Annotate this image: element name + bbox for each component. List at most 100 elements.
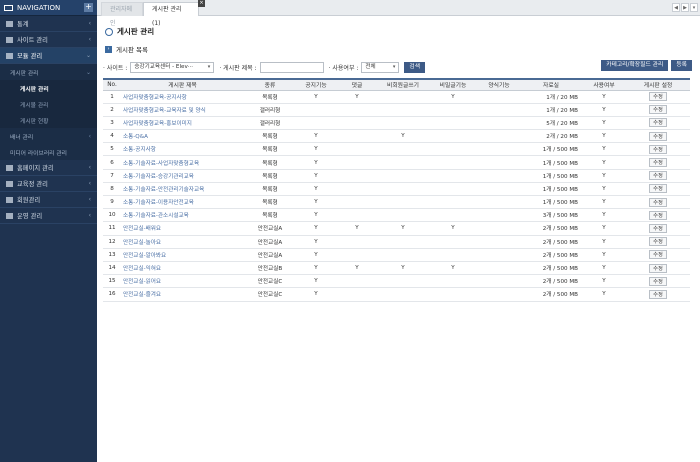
edit-button[interactable]: 수정: [649, 118, 667, 128]
row-form: [478, 182, 520, 197]
chevron-down-icon: ▾: [392, 63, 396, 70]
row-notice: Y: [296, 155, 336, 170]
tab-board-manage[interactable]: 게시판 관리 (1): [143, 2, 199, 27]
row-settings: 수정: [626, 195, 690, 210]
action-buttons: 카테고리/확장필드 관리 등록: [598, 60, 692, 71]
row-no: 11: [103, 221, 121, 236]
use-select[interactable]: 전체 ▾: [361, 61, 400, 73]
row-secret: [428, 103, 478, 117]
menu-item-homepage[interactable]: 홈페이지 관리 ‹: [0, 160, 97, 176]
close-icon[interactable]: ×: [198, 0, 205, 7]
row-settings: 수정: [626, 103, 690, 117]
row-title[interactable]: 사업자맞춤형교육-홍보이미지: [121, 116, 244, 131]
category-field-button[interactable]: 카테고리/확장필드 관리: [601, 60, 669, 71]
sub-item-banner[interactable]: 배너 관리 ‹: [0, 128, 97, 144]
row-title[interactable]: 안전교실-익혀요: [121, 261, 244, 276]
menu-item-members[interactable]: 회원관리 ‹: [0, 192, 97, 208]
row-title[interactable]: 안전교실-즐겨요: [121, 287, 244, 302]
row-title[interactable]: 안전교실-배워요: [121, 221, 244, 236]
row-title[interactable]: 소통-기술자료-사업자맞춤형교육: [121, 155, 244, 170]
chevron-left-icon: ‹: [88, 196, 91, 203]
sub-item-board-admin[interactable]: 게시판 관리 ⌄: [0, 64, 97, 80]
edit-button[interactable]: 수정: [649, 210, 667, 220]
chevron-left-icon: ‹: [88, 20, 91, 27]
chevron-right-icon[interactable]: ▶: [681, 3, 689, 12]
menu-item-stats[interactable]: 통계 ‹: [0, 16, 97, 32]
gear-icon: [6, 212, 13, 219]
edit-button[interactable]: 수정: [649, 158, 667, 168]
tab-admin-main[interactable]: 관리자메인: [101, 2, 143, 27]
row-settings: 수정: [626, 90, 690, 104]
row-form: [478, 235, 520, 249]
edit-button[interactable]: 수정: [649, 92, 667, 102]
chevron-down-icon[interactable]: ▾: [690, 3, 698, 12]
edit-button[interactable]: 수정: [649, 171, 667, 181]
menu-item-operation[interactable]: 운영 관리 ‹: [0, 208, 97, 224]
sub-item-media-library[interactable]: 미디어 라이브러리 관리: [0, 144, 97, 160]
chevron-right-icon: ›: [105, 45, 112, 53]
table-row: 2 사업자맞춤형교육-교육자료 및 양식 갤러리형 1개 / 20 MB Y 수정: [103, 103, 690, 117]
edit-button[interactable]: 수정: [649, 197, 667, 207]
menu-item-label: 홈페이지 관리: [17, 165, 54, 172]
row-title[interactable]: 소통-기술자료-관소시설교육: [121, 208, 244, 223]
edit-button[interactable]: 수정: [649, 223, 667, 233]
board-table: No. 게시판 제목 종류 공지기능 댓글 비회원글쓰기 비밀글기능 양식기능 …: [103, 78, 690, 302]
edit-button[interactable]: 수정: [649, 131, 667, 141]
row-type: 안전교실C: [244, 287, 296, 302]
edit-button[interactable]: 수정: [649, 144, 667, 154]
row-attachments: 2개 / 500 MB: [520, 248, 582, 262]
row-notice: Y: [296, 129, 336, 144]
subsub-item-board-manage[interactable]: 게시판 관리: [0, 80, 97, 96]
edit-button[interactable]: 수정: [649, 263, 667, 273]
row-settings: 수정: [626, 155, 690, 170]
edit-button[interactable]: 수정: [649, 237, 667, 247]
row-type: 목록형: [244, 142, 296, 157]
edit-button[interactable]: 수정: [649, 105, 667, 115]
row-attachments: 5개 / 20 MB: [520, 116, 582, 131]
site-select[interactable]: 승강기교육센터 - Elev··· ▾: [130, 61, 215, 73]
row-title[interactable]: 사업자맞춤형교육-교육자료 및 양식: [121, 103, 244, 117]
row-attachments: 1개 / 500 MB: [520, 182, 582, 197]
edit-button[interactable]: 수정: [649, 250, 667, 260]
row-title[interactable]: 안전교실-알아봐요: [121, 248, 244, 262]
edit-button[interactable]: 수정: [649, 276, 667, 286]
menu-item-site[interactable]: 사이트 관리 ‹: [0, 32, 97, 48]
row-title[interactable]: 소통-기술자료-이용자안전교육: [121, 195, 244, 210]
subsub-item-post-manage[interactable]: 게시물 관리: [0, 96, 97, 112]
row-guest-write: [378, 248, 428, 262]
row-no: 13: [103, 248, 121, 262]
board-name-input[interactable]: [259, 61, 324, 73]
add-icon[interactable]: +: [84, 3, 93, 12]
edit-button[interactable]: 수정: [649, 184, 667, 194]
row-form: [478, 129, 520, 144]
row-use: Y: [582, 261, 626, 276]
row-title[interactable]: 소통-기술자료-승강기관리교육: [121, 169, 244, 183]
menu-item-module[interactable]: 모듈 관리 ⌄: [0, 48, 97, 64]
menu-item-education[interactable]: 교육정 관리 ‹: [0, 176, 97, 192]
row-title[interactable]: 소통-Q&A: [121, 129, 244, 144]
row-title[interactable]: 소통-공지사항: [121, 142, 244, 157]
row-title[interactable]: 소통-기술자료-안전관리기술자교육: [121, 182, 244, 197]
row-no: 12: [103, 235, 121, 249]
col-settings: 게시판 설정: [626, 78, 690, 91]
edit-button[interactable]: 수정: [649, 289, 667, 299]
row-guest-write: [378, 274, 428, 289]
row-comment: [336, 235, 378, 249]
table-row: 9 소통-기술자료-이용자안전교육 목록형 Y 1개 / 500 MB Y 수정: [103, 195, 690, 210]
sub-item-label: 미디어 라이브러리 관리: [10, 150, 68, 157]
col-secret: 비밀글기능: [428, 78, 478, 91]
chevron-left-icon[interactable]: ◀: [672, 3, 680, 12]
row-settings: 수정: [626, 116, 690, 131]
row-title[interactable]: 안전교실-읽어요: [121, 274, 244, 289]
row-secret: Y: [428, 90, 478, 104]
row-guest-write: [378, 208, 428, 223]
col-title: 게시판 제목: [121, 78, 244, 91]
row-use: Y: [582, 248, 626, 262]
subsub-item-board-status[interactable]: 게시판 현황: [0, 112, 97, 128]
register-button[interactable]: 등록: [671, 60, 692, 71]
search-button[interactable]: 검색: [404, 61, 426, 73]
row-title[interactable]: 안전교실-놀아요: [121, 235, 244, 249]
section-title-text: 게시판 목록: [116, 46, 148, 54]
table-row: 13 안전교실-알아봐요 안전교실A Y 2개 / 500 MB Y 수정: [103, 248, 690, 262]
row-title[interactable]: 사업자맞춤형교육-공지사항: [121, 90, 244, 104]
